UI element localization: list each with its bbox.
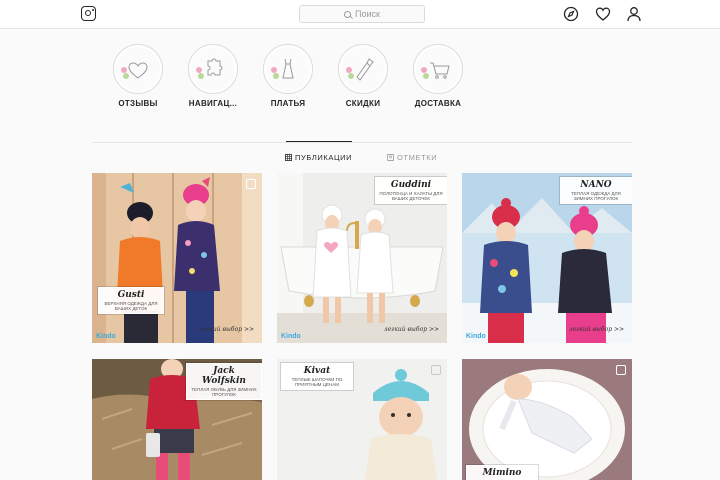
top-navigation-bar: Поиск: [0, 0, 720, 29]
multiple-images-icon: [616, 365, 626, 375]
post-caption-card: Gusti верхняя одежда для ваших деток: [98, 287, 164, 314]
cart-icon: [421, 62, 450, 79]
tab-posts-label: ПУБЛИКАЦИИ: [295, 153, 353, 162]
post-subtitle: полотенца и халаты для ваших деточек: [379, 191, 443, 201]
highlight-reviews[interactable]: ОТЗЫВЫ: [100, 44, 176, 108]
tab-posts[interactable]: ПУБЛИКАЦИИ: [285, 153, 352, 162]
tagged-user-icon: [387, 154, 394, 161]
tabs-divider: [92, 142, 632, 143]
search-placeholder: Поиск: [355, 9, 380, 19]
search-icon: [344, 10, 352, 18]
activity-heart-icon[interactable]: [595, 6, 611, 22]
highlight-label: ОТЗЫВЫ: [118, 99, 158, 108]
grid-icon: [285, 154, 292, 161]
profile-user-icon[interactable]: [626, 6, 642, 22]
post-subtitle: верхняя одежда для ваших деток: [104, 301, 158, 311]
highlight-label: ПЛАТЬЯ: [270, 99, 306, 108]
search-input[interactable]: Поиск: [299, 5, 425, 23]
multiple-images-icon: [431, 365, 441, 375]
highlight-delivery[interactable]: ДОСТАВКА: [400, 44, 476, 108]
active-tab-indicator: [286, 141, 352, 142]
post-caption-card: NANO теплая одежда для зимних прогулок: [560, 177, 632, 204]
post-caption-card: Mimino: [466, 465, 538, 480]
post-brand: Mimino: [482, 468, 522, 478]
dress-icon: [271, 58, 294, 79]
post-choice-text: легкий выбор >>: [198, 326, 254, 333]
post-brand: NANO: [580, 180, 612, 190]
kindo-logo: Kindo: [466, 333, 486, 340]
explore-compass-icon[interactable]: [563, 6, 579, 22]
post-choice-text: легкий выбор >>: [383, 326, 439, 333]
post-brand: Jack Wolfskin: [202, 366, 246, 386]
post-tile[interactable]: Gusti верхняя одежда для ваших деток лег…: [92, 173, 262, 343]
highlight-ring: [413, 44, 463, 94]
post-caption-card: Guddini полотенца и халаты для ваших дет…: [375, 177, 447, 204]
post-caption-card: Kivat теплые шапочки по приятным ценам: [281, 363, 353, 390]
post-image-kids-winter-wear: [92, 173, 262, 343]
post-tile[interactable]: Kivat теплые шапочки по приятным ценам: [277, 359, 447, 480]
highlight-label: НАВИГАЦ...: [188, 99, 238, 108]
instagram-logo-icon[interactable]: [81, 6, 96, 21]
kindo-logo: Kindo: [281, 333, 301, 340]
highlight-ring: [113, 44, 163, 94]
highlight-label: ДОСТАВКА: [414, 99, 462, 108]
heart-icon: [121, 62, 148, 79]
highlight-ring: [338, 44, 388, 94]
post-tile[interactable]: Jack Wolfskin теплая обувь для зимних пр…: [92, 359, 262, 480]
post-image-baby-envelope: [462, 359, 632, 480]
tab-tagged-label: ОТМЕТКИ: [397, 153, 438, 162]
story-highlights: ОТЗЫВЫ НАВИГАЦ... ПЛАТЬЯ СКИДКИ ДОСТАВКА: [0, 44, 720, 120]
post-subtitle: теплая одежда для зимних прогулок: [571, 191, 621, 201]
post-tile[interactable]: Mimino: [462, 359, 632, 480]
post-subtitle: теплая обувь для зимних прогулок: [191, 387, 257, 397]
highlight-label: СКИДКИ: [345, 99, 381, 108]
highlight-ring: [263, 44, 313, 94]
multiple-images-icon: [246, 179, 256, 189]
post-brand: Guddini: [390, 180, 432, 190]
post-tile[interactable]: Guddini полотенца и халаты для ваших дет…: [277, 173, 447, 343]
post-brand: Gusti: [117, 290, 145, 300]
bottle-icon: [346, 58, 374, 81]
puzzle-icon: [196, 58, 223, 79]
highlight-ring: [188, 44, 238, 94]
kindo-logo: Kindo: [96, 333, 116, 340]
post-subtitle: теплые шапочки по приятным ценам: [291, 377, 343, 387]
post-brand: Kivat: [303, 366, 331, 376]
post-tile[interactable]: NANO теплая одежда для зимних прогулок л…: [462, 173, 632, 343]
highlight-navigation[interactable]: НАВИГАЦ...: [175, 44, 251, 108]
tab-tagged[interactable]: ОТМЕТКИ: [387, 153, 437, 162]
highlight-discounts[interactable]: СКИДКИ: [325, 44, 401, 108]
post-choice-text: легкий выбор >>: [568, 326, 624, 333]
post-caption-card: Jack Wolfskin теплая обувь для зимних пр…: [186, 363, 262, 400]
highlight-dresses[interactable]: ПЛАТЬЯ: [250, 44, 326, 108]
